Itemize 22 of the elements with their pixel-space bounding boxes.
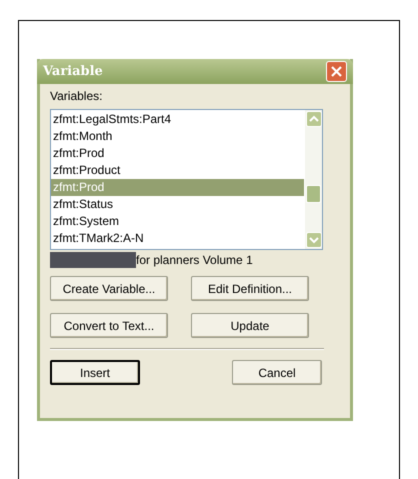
list-item[interactable]: zfmt:Status (51, 196, 304, 213)
list-item[interactable]: zfmt:Product (51, 162, 304, 179)
close-button[interactable] (326, 61, 347, 82)
dialog-button[interactable]: Insert (50, 360, 140, 385)
dialog-button[interactable]: Update (191, 313, 309, 338)
window-title: Variable (43, 62, 103, 81)
scrollbar[interactable] (305, 110, 322, 249)
preview-text: for planners Volume 1 (136, 252, 253, 269)
list-item[interactable]: zfmt:System (51, 213, 304, 230)
dialog-button[interactable]: Cancel (232, 360, 322, 385)
list-item[interactable]: zfmt:Prod (51, 145, 304, 162)
dialog-button[interactable]: Edit Definition... (191, 276, 309, 301)
list-label: Variables: (50, 88, 104, 105)
scroll-thumb[interactable] (306, 185, 321, 203)
list-item[interactable]: zfmt:LegalStmts:Part4 (51, 111, 304, 128)
close-icon (331, 66, 342, 77)
scroll-up-icon[interactable] (306, 111, 322, 127)
dialog-button[interactable]: Convert to Text... (50, 313, 168, 338)
dialog-button[interactable]: Create Variable... (50, 276, 168, 301)
list-item[interactable]: zfmt:Month (51, 128, 304, 145)
list-item[interactable]: zfmt:TMark2:A-N (51, 230, 304, 247)
scroll-down-icon[interactable] (306, 232, 322, 248)
